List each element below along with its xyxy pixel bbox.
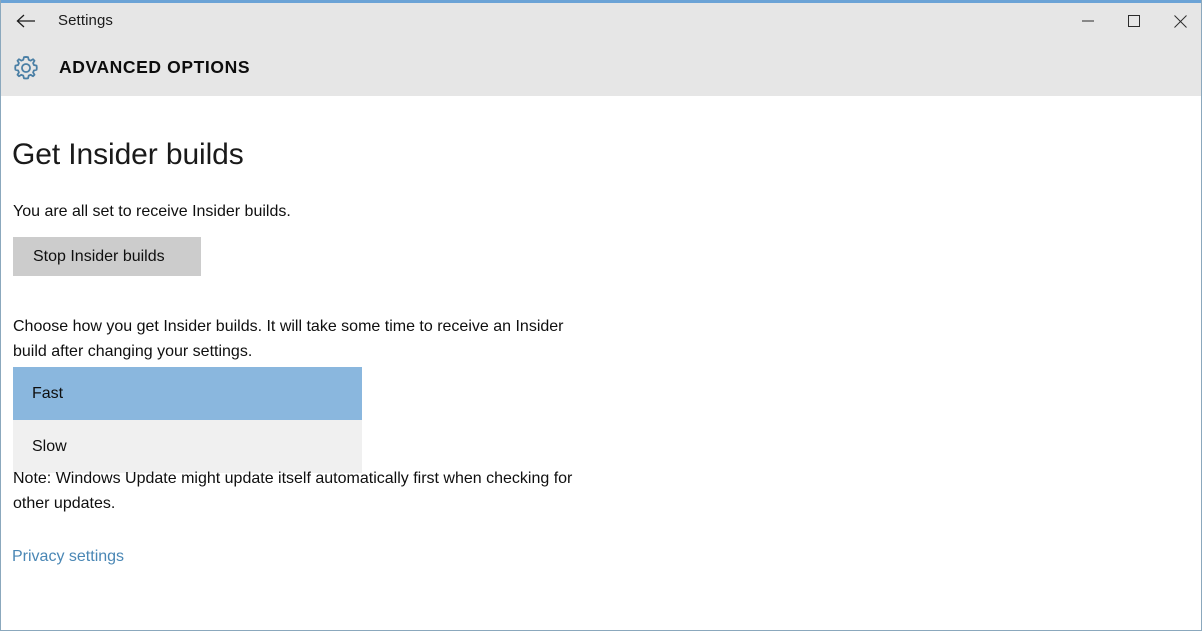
choose-ring-description: Choose how you get Insider builds. It wi…: [13, 318, 564, 360]
content-area: Get Insider builds You are all set to re…: [1, 96, 1201, 630]
dropdown-option-fast[interactable]: Fast: [13, 367, 362, 420]
insider-status-text: You are all set to receive Insider build…: [13, 203, 291, 220]
stop-insider-builds-button[interactable]: Stop Insider builds: [13, 237, 201, 276]
page-header-title: ADVANCED OPTIONS: [59, 57, 251, 77]
gear-icon: [9, 51, 43, 85]
page-title: Get Insider builds: [12, 138, 244, 171]
window-title: Settings: [58, 12, 113, 29]
page-header-band: ADVANCED OPTIONS: [1, 39, 1201, 96]
maximize-icon: [1128, 15, 1140, 27]
back-button[interactable]: [3, 3, 49, 39]
maximize-button[interactable]: [1111, 3, 1157, 39]
settings-window: Settings ADVANCED OPTIONS Get Insider bu…: [0, 0, 1202, 631]
insider-ring-dropdown-list[interactable]: Fast Slow: [13, 367, 362, 473]
window-controls: [1065, 3, 1201, 39]
update-note-text: Note: Windows Update might update itself…: [13, 470, 573, 512]
title-bar: Settings: [1, 3, 1201, 39]
minimize-button[interactable]: [1065, 3, 1111, 39]
privacy-settings-link[interactable]: Privacy settings: [12, 548, 124, 566]
minimize-icon: [1082, 15, 1094, 27]
back-arrow-icon: [15, 13, 37, 29]
close-icon: [1173, 14, 1187, 28]
close-button[interactable]: [1157, 3, 1201, 39]
